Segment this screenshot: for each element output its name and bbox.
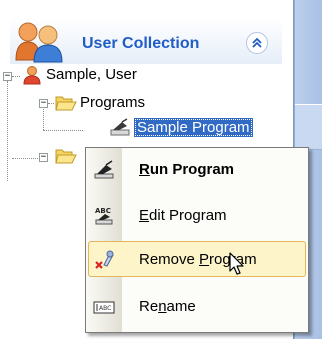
menu-item-rename[interactable]: ABC Rename (86, 289, 308, 325)
collapse-button[interactable] (246, 32, 268, 54)
expander-folder[interactable]: − (39, 153, 48, 162)
user-icon (23, 66, 41, 85)
chevron-double-up-icon (252, 37, 262, 48)
edit-icon: ABC (95, 207, 113, 225)
context-menu: Run Program ABC Edit Program Remove Prog… (85, 147, 309, 333)
users-icon (15, 22, 63, 63)
menu-item-run-program[interactable]: Run Program (86, 152, 308, 188)
menu-item-remove-program[interactable]: Remove Program (88, 241, 306, 277)
remove-icon (95, 250, 114, 269)
menu-item-label: Rename (139, 298, 196, 315)
expander-programs[interactable]: − (39, 99, 48, 108)
menu-item-label: Run Program (139, 161, 235, 178)
tree-connector (48, 103, 54, 104)
tree-connector (43, 109, 44, 130)
rename-icon: ABC (93, 301, 115, 314)
panel-header[interactable]: User Collection (10, 18, 282, 64)
tree-connector (7, 81, 8, 181)
expander-user[interactable]: − (3, 72, 12, 81)
side-panel-tab (295, 104, 322, 150)
tree-connector (12, 158, 38, 159)
svg-text:ABC: ABC (95, 207, 111, 215)
mouse-pointer-icon (229, 252, 244, 275)
program-icon (110, 118, 130, 136)
folder-open-icon (55, 96, 77, 111)
menu-item-label: Edit Program (139, 207, 227, 224)
tree-connector (12, 76, 20, 77)
run-icon (94, 160, 114, 179)
folder-open-icon (55, 149, 77, 164)
panel-title: User Collection (82, 35, 200, 52)
menu-item-edit-program[interactable]: ABC Edit Program (86, 198, 308, 234)
svg-text:ABC: ABC (99, 305, 111, 312)
tree-node-user[interactable]: Sample, User (46, 66, 137, 83)
tree-node-sample-program[interactable]: Sample Program (134, 118, 253, 137)
tree-connector (43, 130, 83, 131)
tree-node-programs[interactable]: Programs (80, 94, 145, 111)
